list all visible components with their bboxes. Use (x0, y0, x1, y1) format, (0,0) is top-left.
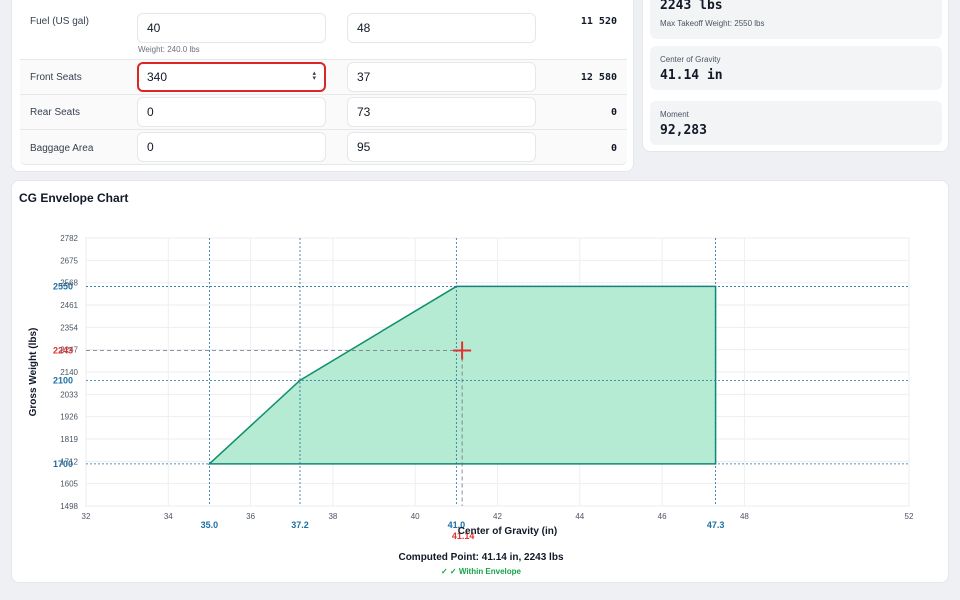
gross-weight-card: 2243 lbs Max Takeoff Weight: 2550 lbs (650, 0, 942, 39)
front-seats-arm-input[interactable]: 37 (347, 62, 536, 92)
table-row-baggage: Baggage Area 0 95 0 (20, 129, 627, 165)
row-label: Fuel (US gal) (30, 16, 89, 27)
cg-envelope-chart: 35.0 37.2 41.0 47.325502100170032 34 36 38 40 42… (28, 234, 914, 541)
computed-point-text: Computed Point: 41.14 in, 2243 lbs (398, 552, 564, 563)
row-label: Front Seats (30, 72, 82, 83)
y-tick-label: 2140 (60, 368, 78, 377)
fuel-moment-value: 11 520 (580, 16, 617, 27)
y-tick-label: 1605 (60, 480, 78, 489)
y-tick-label: 1712 (60, 457, 78, 466)
x-tick-label: 34 (164, 512, 173, 521)
input-value: 340 (147, 70, 168, 84)
table-row-fuel: Fuel (US gal) 40 48 11 520 Weight: 240.0… (20, 1, 627, 59)
y-tick-label: 2461 (60, 301, 78, 310)
table-row-front-seats: Front Seats 340 ▴ ▾ 37 12 580 (20, 59, 627, 94)
x-tick-label: 40 (411, 512, 420, 521)
y-tick-label: 1498 (60, 502, 78, 511)
fuel-weight-hint: Weight: 240.0 lbs (138, 45, 200, 54)
y-tick-label: 2568 (60, 279, 78, 288)
loading-panel: Fuel (US gal) 40 48 11 520 Weight: 240.0… (11, 0, 634, 172)
x-tick-label: 48 (740, 512, 749, 521)
rear-seats-moment-value: 0 (610, 107, 617, 118)
x-tick-label: 36 (246, 512, 255, 521)
fuel-arm-input[interactable]: 48 (347, 13, 536, 43)
number-stepper-icon[interactable]: ▴ ▾ (312, 70, 316, 82)
cg-title: Center of Gravity (660, 55, 721, 64)
fuel-weight-input[interactable]: 40 (137, 13, 326, 43)
x-tick-label: 46 (658, 512, 667, 521)
center-of-gravity-card: Center of Gravity 41.14 in (650, 46, 942, 90)
cg-envelope-chart-panel: CG Envelope Chart 35.0 37.2 41.0 47.3 2550 21… (11, 180, 949, 583)
x-tick-label: 38 (328, 512, 337, 521)
x-tick-label: 42 (493, 512, 502, 521)
y-tick-label: 1926 (60, 413, 78, 422)
rear-seats-weight-input[interactable]: 0 (137, 97, 326, 127)
gross-weight-value: 2243 lbs (660, 0, 723, 13)
moment-card: Moment 92,283 (650, 101, 942, 145)
baggage-weight-input[interactable]: 0 (137, 132, 326, 162)
x-axis-label: Center of Gravity (in) (458, 526, 557, 537)
summary-panel: 2243 lbs Max Takeoff Weight: 2550 lbs Ce… (642, 0, 949, 152)
x-tick-label: 52 (905, 512, 914, 521)
y-axis-label: Gross Weight (lbs) (28, 328, 39, 417)
y-tick-label: 1819 (60, 435, 78, 444)
reference-label-x: 37.2 (291, 520, 309, 530)
y-tick-label: 2033 (60, 390, 78, 399)
baggage-arm-input[interactable]: 95 (347, 132, 536, 162)
row-label: Baggage Area (30, 143, 94, 154)
cg-value: 41.14 in (660, 68, 723, 83)
reference-label-x: 47.3 (707, 520, 725, 530)
rear-seats-arm-input[interactable]: 73 (347, 97, 536, 127)
x-tick-label: 32 (82, 512, 91, 521)
baggage-moment-value: 0 (610, 143, 617, 154)
table-row-rear-seats: Rear Seats 0 73 0 (20, 94, 627, 129)
y-tick-label: 2354 (60, 323, 78, 332)
envelope-status: ✓ ✓ Within Envelope (440, 567, 521, 576)
x-tick-label: 44 (575, 512, 584, 521)
moment-value: 92,283 (660, 123, 707, 138)
max-takeoff-weight: Max Takeoff Weight: 2550 lbs (660, 19, 765, 28)
y-tick-label: 2782 (60, 234, 78, 243)
moment-title: Moment (660, 110, 689, 119)
point-label-y: 2243 (53, 346, 73, 356)
front-seats-weight-input[interactable]: 340 ▴ ▾ (137, 62, 326, 92)
y-tick-label: 2675 (60, 256, 78, 265)
reference-label-x: 35.0 (201, 520, 219, 530)
front-seats-moment-value: 12 580 (580, 72, 617, 83)
row-label: Rear Seats (30, 107, 81, 118)
